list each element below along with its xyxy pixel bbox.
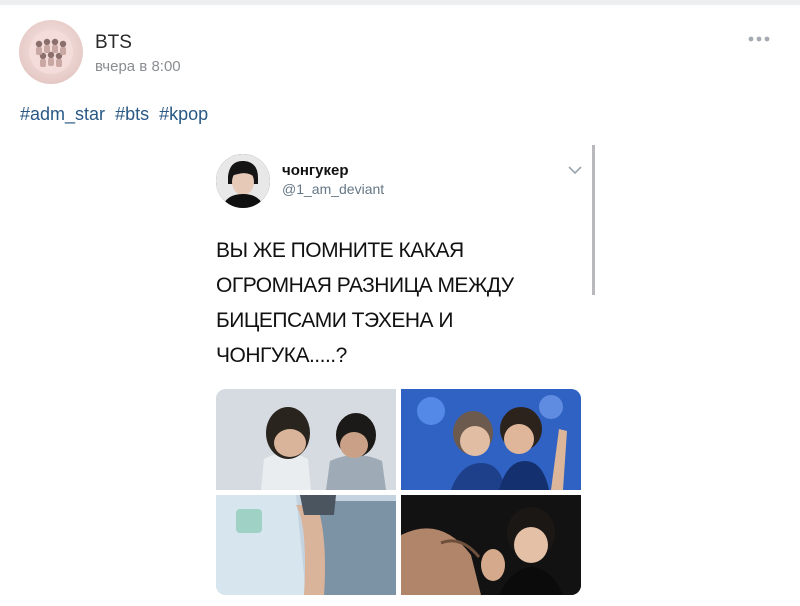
hashtag-link[interactable]: #adm_star <box>20 104 105 124</box>
photo-bottom-left <box>216 495 396 595</box>
post-author[interactable]: BTS <box>95 32 132 54</box>
chevron-down-icon <box>568 166 582 175</box>
tweet-text-line: БИЦЕПСАМИ ТЭХЕНА И <box>216 309 453 332</box>
post-date[interactable]: вчера в 8:00 <box>95 58 181 75</box>
hashtag-link[interactable]: #kpop <box>159 104 208 124</box>
photo-bottom-right <box>401 495 581 595</box>
tweet-text-line: ЧОНГУКА.....? <box>216 344 347 367</box>
photo-grid <box>216 389 581 595</box>
tweet-avatar <box>216 154 270 208</box>
avatar-image <box>29 30 73 74</box>
hashtags: #adm_star #bts #kpop <box>20 104 213 125</box>
photo-top-left <box>216 389 396 490</box>
tweet-name: чонгукер <box>282 162 349 179</box>
tweet-text-line: ВЫ ЖЕ ПОМНИТЕ КАКАЯ <box>216 239 464 262</box>
person-photo <box>216 154 270 208</box>
tweet-text-line: ОГРОМНАЯ РАЗНИЦА МЕЖДУ <box>216 274 514 297</box>
hashtag-link[interactable]: #bts <box>115 104 149 124</box>
photo-top-right <box>401 389 581 490</box>
group-avatar[interactable] <box>19 20 83 84</box>
tweet-handle: @1_am_deviant <box>282 181 385 197</box>
image-divider <box>592 145 595 295</box>
more-dots-icon[interactable] <box>744 31 774 47</box>
tweet-text: ВЫ ЖЕ ПОМНИТЕ КАКАЯ ОГРОМНАЯ РАЗНИЦА МЕЖ… <box>216 233 576 373</box>
